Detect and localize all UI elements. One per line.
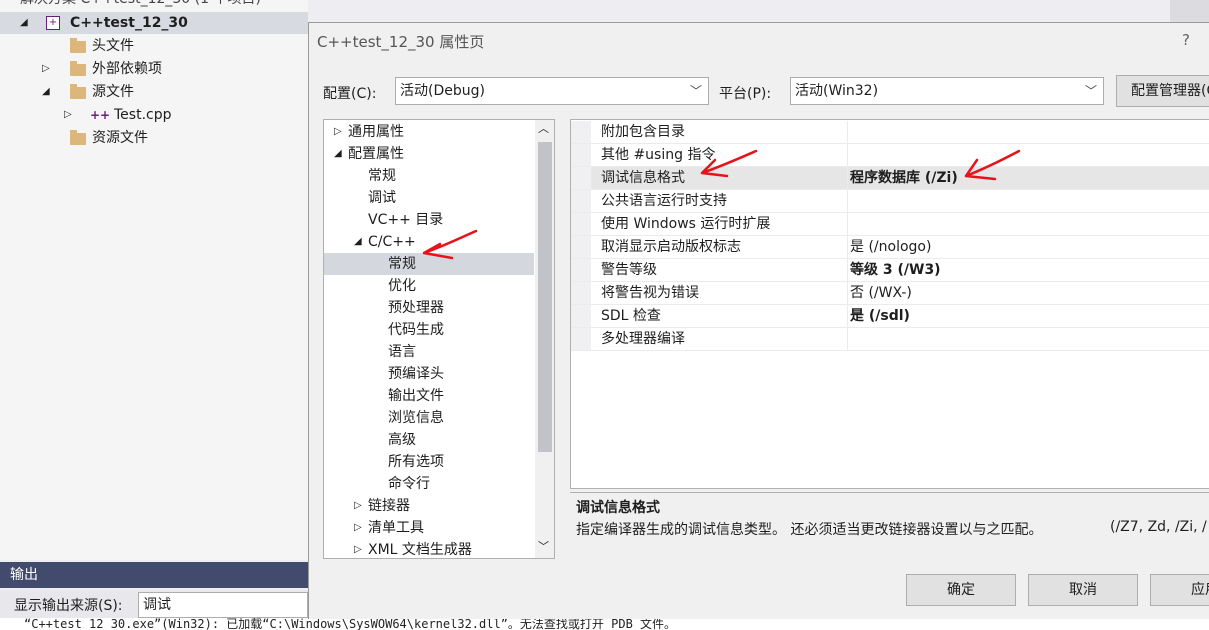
annotation-arrow-1	[422, 229, 478, 260]
annotation-arrow-2	[700, 149, 758, 178]
annotation-arrow-3	[964, 149, 1021, 181]
annotation-arrows	[422, 149, 1021, 260]
